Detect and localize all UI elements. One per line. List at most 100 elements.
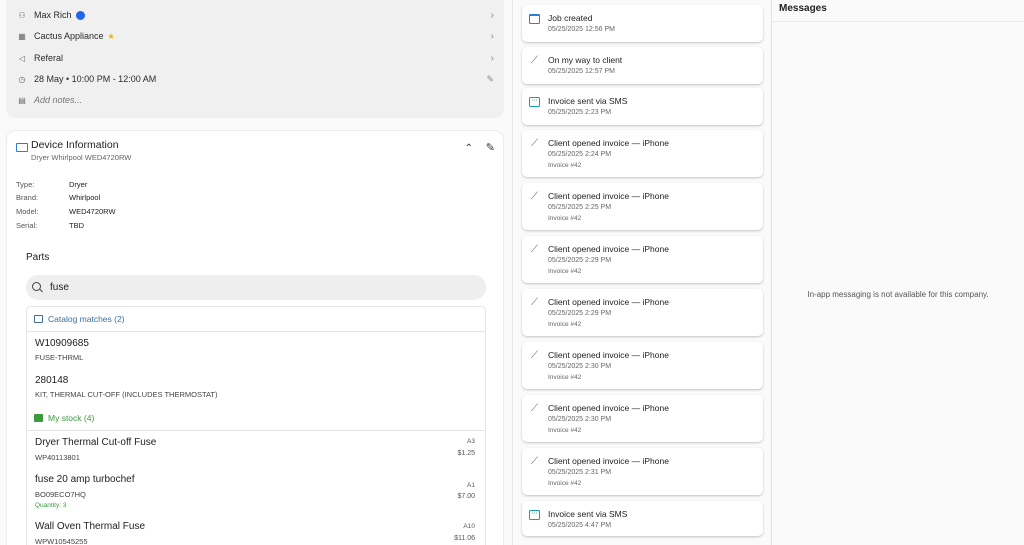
- timeline-event[interactable]: ⟋ Client opened invoice — iPhone 05/25/2…: [522, 183, 763, 230]
- event-time: 05/25/2025 2:30 PM: [548, 416, 612, 423]
- lead-source: Referal: [34, 53, 64, 63]
- part-price: $11.06: [454, 535, 475, 542]
- parts-heading: Parts: [26, 252, 50, 263]
- person-icon: ⚇: [18, 10, 26, 20]
- pencil-icon[interactable]: ✎: [486, 74, 494, 85]
- chevron-up-icon[interactable]: ⌃: [465, 143, 473, 154]
- device-subtitle: Dryer Whirlpool WED4720RW: [31, 153, 132, 162]
- calendar-icon: [529, 14, 540, 24]
- divider: [27, 331, 485, 332]
- event-time: 05/25/2025 2:29 PM: [548, 257, 612, 264]
- chevron-right-icon: ›: [490, 9, 494, 21]
- parts-search-input[interactable]: [50, 282, 450, 293]
- event-title: Job created: [548, 13, 593, 23]
- event-time: 05/25/2025 2:25 PM: [548, 204, 612, 211]
- device-information-card: Device Information Dryer Whirlpool WED47…: [6, 130, 504, 545]
- event-title: Client opened invoice — iPhone: [548, 297, 669, 307]
- part-name: W10909685: [35, 338, 89, 349]
- schedule-row[interactable]: ◷ 28 May • 10:00 PM - 12:00 AM ✎: [16, 70, 495, 88]
- event-time: 05/25/2025 2:24 PM: [548, 151, 612, 158]
- sms-icon: ⋯: [529, 97, 540, 107]
- chevron-right-icon: ›: [490, 30, 494, 42]
- spec-value: Dryer: [69, 180, 88, 189]
- bin-location: A1: [467, 482, 475, 489]
- part-price: $7.00: [457, 493, 475, 500]
- job-screen: ⚇ Max Rich › ▦ Cactus Appliance ★ › ◁ Re…: [0, 0, 1024, 545]
- job-details-panel: ⚇ Max Rich › ▦ Cactus Appliance ★ › ◁ Re…: [0, 0, 510, 545]
- megaphone-icon: ◁: [18, 53, 26, 63]
- event-title: On my way to client: [548, 55, 623, 65]
- event-time: 05/25/2025 2:29 PM: [548, 310, 612, 317]
- event-title: Client opened invoice — iPhone: [548, 244, 669, 254]
- catalog-header-label: Catalog matches (2): [48, 314, 125, 324]
- part-name: Wall Oven Thermal Fuse: [35, 521, 146, 532]
- event-invoice: Invoice #42: [548, 480, 582, 487]
- event-invoice: Invoice #42: [548, 427, 582, 434]
- timeline-event[interactable]: ⋯ Invoice sent via SMS 05/25/2025 4:47 P…: [522, 501, 763, 536]
- trending-icon: ⟋: [531, 138, 538, 149]
- notes-placeholder[interactable]: Add notes...: [34, 95, 82, 105]
- timeline-event[interactable]: ⟋ Client opened invoice — iPhone 05/25/2…: [522, 395, 763, 442]
- event-time: 05/25/2025 12:57 PM: [548, 68, 615, 75]
- divider: [772, 21, 1024, 22]
- sms-icon: ⋯: [529, 510, 540, 520]
- client-info-card: ⚇ Max Rich › ▦ Cactus Appliance ★ › ◁ Re…: [6, 0, 504, 118]
- client-row[interactable]: ⚇ Max Rich ›: [16, 6, 494, 24]
- chevron-right-icon: ›: [490, 52, 494, 64]
- edit-pencil-icon[interactable]: ✎: [486, 141, 495, 154]
- notes-row[interactable]: ▤ Add notes...: [16, 91, 494, 109]
- activity-timeline: Job created 05/25/2025 12:56 PM ⟋ On my …: [513, 0, 771, 545]
- event-invoice: Invoice #42: [548, 162, 582, 169]
- my-stock-header: My stock (4): [34, 413, 94, 423]
- part-code: BO09ECO7HQ: [35, 490, 86, 499]
- trending-icon: ⟋: [531, 456, 538, 467]
- spec-value: WED4720RW: [69, 207, 116, 216]
- messages-panel: Messages In-app messaging is not availab…: [772, 0, 1024, 545]
- messages-empty-state: In-app messaging is not available for th…: [807, 290, 989, 299]
- trending-icon: ⟋: [531, 191, 538, 202]
- event-title: Client opened invoice — iPhone: [548, 191, 669, 201]
- device-title: Device Information: [31, 139, 119, 151]
- star-icon: ★: [107, 31, 115, 41]
- spec-value: TBD: [69, 221, 84, 230]
- event-time: 05/25/2025 2:23 PM: [548, 109, 612, 116]
- part-code: FUSE-THRML: [35, 353, 84, 362]
- verified-dot-icon: [75, 10, 85, 20]
- stock-header-label: My stock (4): [48, 413, 95, 423]
- timeline-event[interactable]: ⟋ On my way to client 05/25/2025 12:57 P…: [522, 47, 763, 84]
- spec-label: Type:: [16, 180, 35, 189]
- timeline-event[interactable]: ⟋ Client opened invoice — iPhone 05/25/2…: [522, 236, 763, 283]
- timeline-event[interactable]: ⋯ Invoice sent via SMS 05/25/2025 2:23 P…: [522, 88, 763, 125]
- company-row[interactable]: ▦ Cactus Appliance ★ ›: [16, 27, 494, 45]
- schedule-text: 28 May • 10:00 PM - 12:00 AM: [34, 74, 157, 84]
- timeline-event[interactable]: ⟋ Client opened invoice — iPhone 05/25/2…: [522, 342, 763, 389]
- messages-title: Messages: [779, 3, 827, 14]
- event-title: Client opened invoice — iPhone: [548, 403, 669, 413]
- event-invoice: Invoice #42: [548, 215, 582, 222]
- timeline-event[interactable]: ⟋ Client opened invoice — iPhone 05/25/2…: [522, 289, 763, 336]
- parts-results-dropdown: Catalog matches (2) W10909685 FUSE-THRML…: [26, 306, 486, 545]
- event-time: 05/25/2025 2:30 PM: [548, 363, 612, 370]
- clock-icon: ◷: [18, 74, 26, 84]
- catalog-icon: [34, 315, 43, 323]
- timeline-event[interactable]: Job created 05/25/2025 12:56 PM: [522, 5, 763, 42]
- event-title: Client opened invoice — iPhone: [548, 138, 669, 148]
- parts-search-bar[interactable]: [26, 275, 486, 300]
- bin-location: A3: [467, 438, 475, 445]
- event-invoice: Invoice #42: [548, 268, 582, 275]
- event-title: Invoice sent via SMS: [548, 509, 628, 519]
- timeline-event[interactable]: ⟋ Client opened invoice — iPhone 05/25/2…: [522, 448, 763, 495]
- part-price: $1.25: [457, 450, 475, 457]
- event-invoice: Invoice #42: [548, 374, 582, 381]
- part-code: KIT, THERMAL CUT-OFF (INCLUDES THERMOSTA…: [35, 390, 218, 399]
- bin-location: A10: [463, 523, 475, 530]
- timeline-event[interactable]: ⟋ Client opened invoice — iPhone 05/25/2…: [522, 130, 763, 177]
- building-icon: ▦: [18, 31, 26, 41]
- event-title: Client opened invoice — iPhone: [548, 350, 669, 360]
- part-name: fuse 20 amp turbochef: [35, 474, 135, 485]
- source-row[interactable]: ◁ Referal ›: [16, 49, 494, 67]
- divider: [27, 430, 485, 431]
- part-name: 280148: [35, 375, 69, 386]
- spec-label: Serial:: [16, 221, 38, 230]
- trending-icon: ⟋: [531, 55, 538, 66]
